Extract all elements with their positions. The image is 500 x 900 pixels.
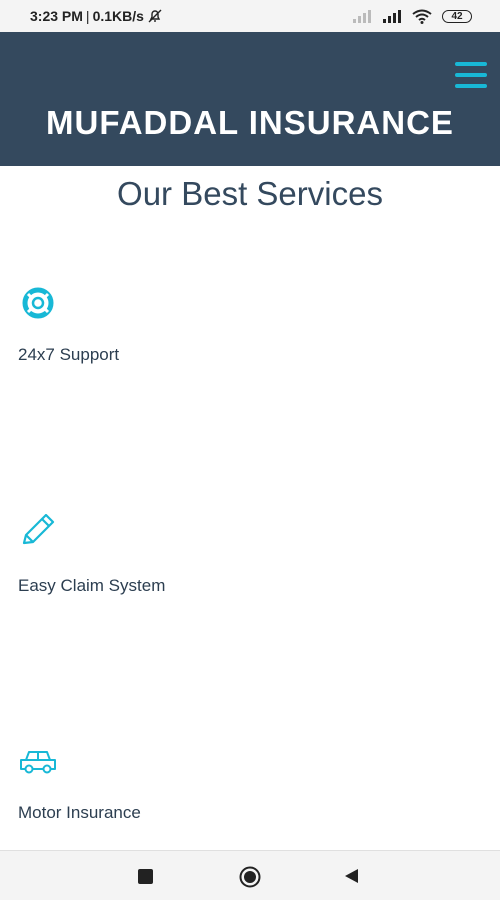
home-icon[interactable] bbox=[239, 866, 261, 888]
battery-level: 42 bbox=[451, 10, 463, 22]
service-label: Motor Insurance bbox=[18, 803, 141, 822]
life-ring-icon bbox=[18, 287, 478, 324]
back-icon[interactable] bbox=[343, 868, 359, 889]
section-title: Our Best Services bbox=[117, 175, 383, 212]
signal-weak-icon bbox=[352, 9, 372, 23]
brand-title[interactable]: MUFADDAL INSURANCE bbox=[0, 104, 500, 142]
alarm-off-icon bbox=[147, 8, 163, 24]
service-item-claim: Easy Claim System bbox=[18, 513, 478, 596]
car-icon bbox=[18, 748, 478, 781]
service-label: Easy Claim System bbox=[18, 576, 166, 595]
status-left: 3:23 PM | 0.1KB/s bbox=[30, 0, 163, 32]
menu-bar bbox=[455, 62, 487, 66]
recent-apps-icon[interactable] bbox=[138, 869, 153, 884]
service-item-support: 24x7 Support bbox=[18, 287, 478, 365]
status-bar: 3:23 PM | 0.1KB/s 42 bbox=[0, 0, 500, 32]
service-label: 24x7 Support bbox=[18, 345, 120, 364]
hamburger-menu-icon[interactable] bbox=[455, 62, 487, 88]
status-separator: | bbox=[85, 8, 90, 24]
status-speed: 0.1KB/s bbox=[92, 8, 144, 24]
menu-bar bbox=[455, 73, 487, 77]
menu-bar bbox=[455, 84, 487, 88]
service-item-motor: Motor Insurance bbox=[18, 748, 478, 823]
signal-icon bbox=[382, 9, 402, 23]
status-right: 42 bbox=[352, 0, 472, 32]
app-header: MUFADDAL INSURANCE bbox=[0, 32, 500, 166]
pencil-icon bbox=[18, 513, 478, 551]
nav-bar bbox=[0, 850, 500, 900]
status-time: 3:23 PM bbox=[30, 8, 83, 24]
battery-icon: 42 bbox=[442, 9, 472, 23]
wifi-icon bbox=[412, 9, 432, 24]
